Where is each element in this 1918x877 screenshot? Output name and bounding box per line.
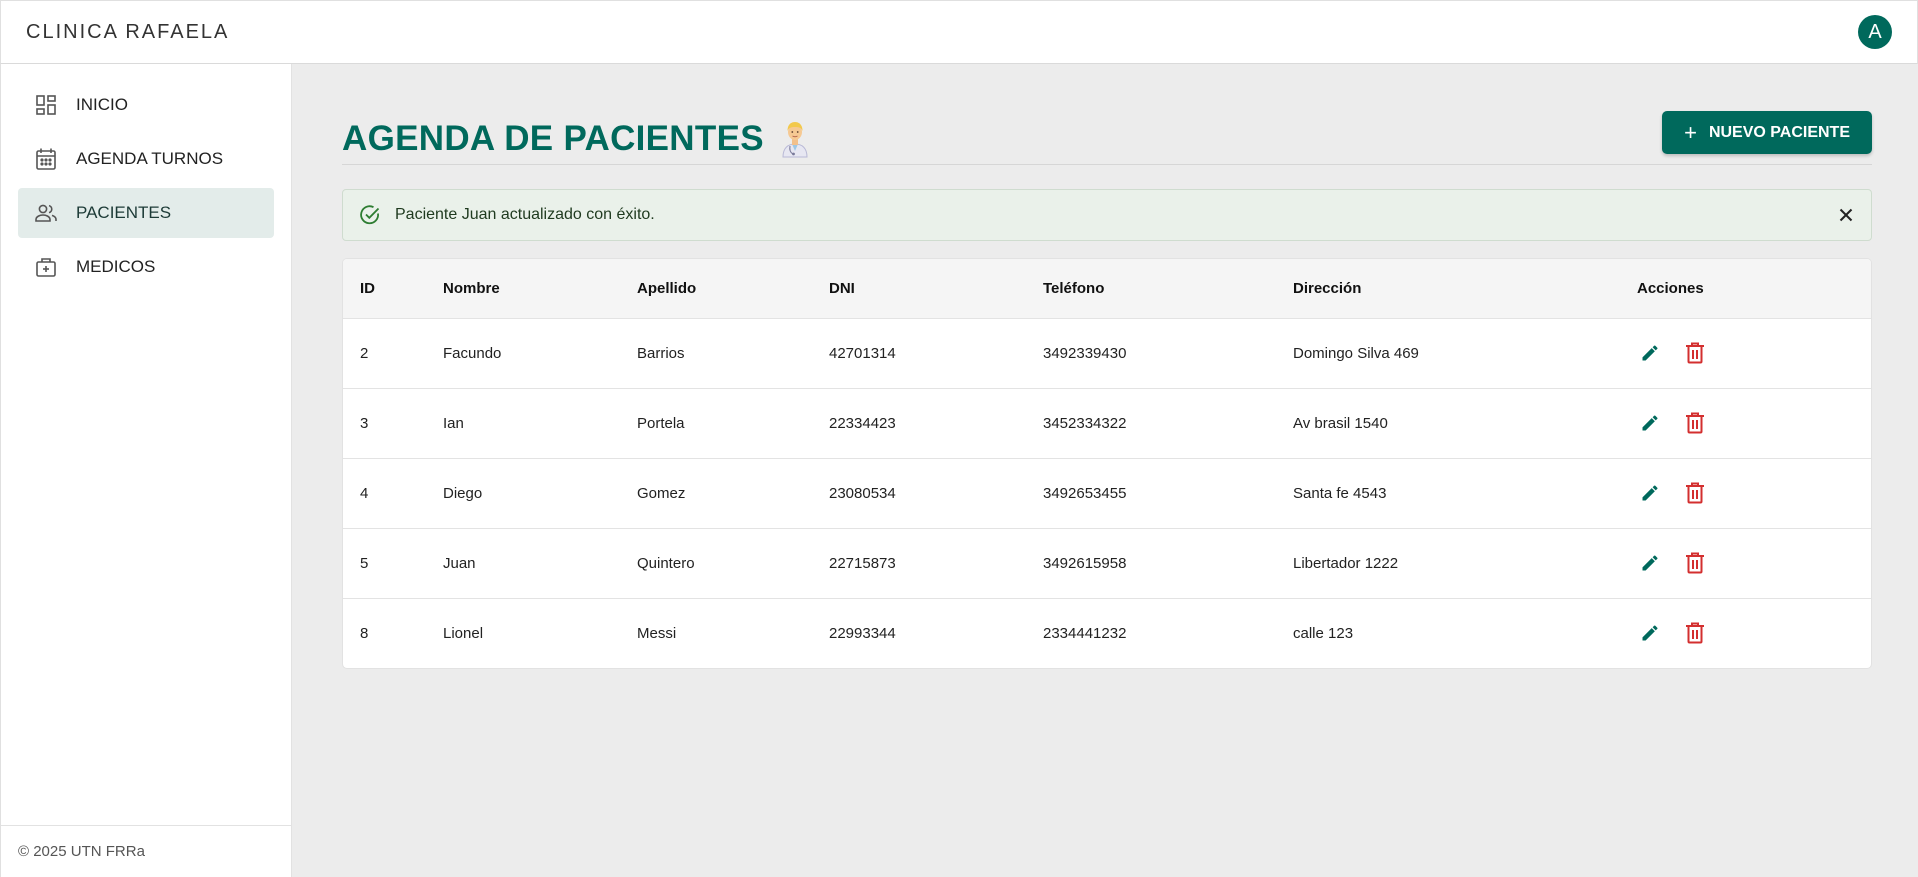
table-body: 2 Facundo Barrios 42701314 3492339430 Do… [343, 318, 1871, 668]
sidebar: INICIO AGENDA TURNOS PACIENTES MEDICOS ©… [0, 64, 292, 877]
delete-icon[interactable] [1682, 410, 1708, 436]
check-circle-icon [360, 205, 380, 225]
cell-nombre: Diego [443, 484, 483, 502]
cell-apellido: Barrios [637, 344, 685, 362]
cell-telefono: 3492615958 [1043, 554, 1127, 572]
cell-acciones [1637, 318, 1871, 388]
cell-id: 5 [360, 554, 369, 572]
delete-icon[interactable] [1682, 620, 1708, 646]
table-row: 4 Diego Gomez 23080534 3492653455 Santa … [343, 458, 1871, 528]
cell-telefono: 3492653455 [1043, 484, 1127, 502]
delete-icon[interactable] [1682, 480, 1708, 506]
table-row: 5 Juan Quintero 22715873 3492615958 Libe… [343, 528, 1871, 598]
edit-icon[interactable] [1637, 550, 1663, 576]
new-patient-button-label: NUEVO PACIENTE [1708, 123, 1850, 141]
sidebar-item-pacientes[interactable]: PACIENTES [18, 188, 274, 238]
cell-nombre: Lionel [443, 624, 484, 642]
avatar[interactable]: A [1858, 15, 1892, 49]
sidebar-nav: INICIO AGENDA TURNOS PACIENTES MEDICOS [1, 64, 291, 292]
cell-dni: 42701314 [829, 344, 896, 362]
cell-telefono: 3492339430 [1043, 344, 1127, 362]
medical-bag-icon [35, 256, 57, 278]
column-header-telefono[interactable]: Teléfono [1043, 259, 1293, 318]
cell-dni: 23080534 [829, 484, 896, 502]
table-row: 3 Ian Portela 22334423 3452334322 Av bra… [343, 388, 1871, 458]
people-icon [35, 202, 57, 224]
cell-id: 8 [360, 624, 369, 642]
patients-table-card: ID Nombre Apellido DNI Teléfono Direcció… [342, 258, 1872, 669]
cell-direccion: Domingo Silva 469 [1293, 344, 1419, 362]
table-header-row: ID Nombre Apellido DNI Teléfono Direcció… [343, 259, 1871, 318]
cell-apellido: Messi [637, 624, 677, 642]
cell-acciones [1637, 598, 1871, 668]
sidebar-item-label: AGENDA TURNOS [76, 149, 224, 168]
cell-nombre: Ian [443, 414, 464, 432]
edit-icon[interactable] [1637, 340, 1663, 366]
column-header-direccion[interactable]: Dirección [1293, 259, 1637, 318]
cell-direccion: Santa fe 4543 [1293, 484, 1387, 502]
cell-telefono: 3452334322 [1043, 414, 1127, 432]
calendar-icon [35, 148, 57, 170]
column-header-id[interactable]: ID [343, 259, 443, 318]
new-patient-button[interactable]: + NUEVO PACIENTE [1662, 111, 1872, 154]
cell-apellido: Portela [637, 414, 685, 432]
cell-dni: 22715873 [829, 554, 896, 572]
delete-icon[interactable] [1682, 340, 1708, 366]
column-header-nombre[interactable]: Nombre [443, 259, 637, 318]
cell-id: 2 [360, 344, 369, 362]
row-actions [1637, 340, 1871, 366]
cell-direccion: Av brasil 1540 [1293, 414, 1388, 432]
cell-telefono: 2334441232 [1043, 624, 1127, 642]
alert-message: Paciente Juan actualizado con éxito. [395, 206, 655, 223]
row-actions [1637, 410, 1871, 436]
close-icon[interactable] [1835, 204, 1857, 226]
cell-id: 3 [360, 414, 369, 432]
delete-icon[interactable] [1682, 550, 1708, 576]
cell-dni: 22334423 [829, 414, 896, 432]
sidebar-footer: © 2025 UTN FRRa [1, 825, 291, 877]
edit-icon[interactable] [1637, 620, 1663, 646]
cell-nombre: Facundo [443, 344, 502, 362]
cell-direccion: calle 123 [1293, 624, 1354, 642]
doctor-emoji-icon [782, 121, 808, 157]
sidebar-item-label: MEDICOS [76, 257, 156, 276]
sidebar-item-agenda-turnos[interactable]: AGENDA TURNOS [18, 134, 274, 184]
app-bar: CLINICA RAFAELA A [0, 0, 1918, 64]
brand-title: CLINICA RAFAELA [26, 20, 230, 43]
cell-apellido: Gomez [637, 484, 686, 502]
sidebar-item-inicio[interactable]: INICIO [18, 80, 274, 130]
cell-acciones [1637, 388, 1871, 458]
cell-direccion: Libertador 1222 [1293, 554, 1399, 572]
table-row: 2 Facundo Barrios 42701314 3492339430 Do… [343, 318, 1871, 388]
patients-table: ID Nombre Apellido DNI Teléfono Direcció… [343, 259, 1871, 668]
sidebar-item-label: PACIENTES [76, 203, 172, 222]
page-header: AGENDA DE PACIENTES + NUEVO PACIENTE [342, 111, 1872, 165]
sidebar-item-medicos[interactable]: MEDICOS [18, 242, 274, 292]
main-content: AGENDA DE PACIENTES + NUEVO PACIENTE Pac… [342, 64, 1872, 669]
table-row: 8 Lionel Messi 22993344 2334441232 calle… [343, 598, 1871, 668]
cell-acciones [1637, 458, 1871, 528]
row-actions [1637, 620, 1871, 646]
cell-acciones [1637, 528, 1871, 598]
dashboard-icon [35, 94, 57, 116]
edit-icon[interactable] [1637, 480, 1663, 506]
sidebar-item-label: INICIO [76, 95, 128, 114]
cell-id: 4 [360, 484, 369, 502]
row-actions [1637, 480, 1871, 506]
edit-icon[interactable] [1637, 410, 1663, 436]
cell-dni: 22993344 [829, 624, 896, 642]
column-header-dni[interactable]: DNI [829, 259, 1043, 318]
column-header-acciones: Acciones [1637, 279, 1704, 297]
row-actions [1637, 550, 1871, 576]
column-header-apellido[interactable]: Apellido [637, 259, 829, 318]
plus-icon: + [1684, 119, 1697, 145]
page-title: AGENDA DE PACIENTES [342, 118, 764, 158]
success-alert: Paciente Juan actualizado con éxito. [342, 189, 1872, 241]
title-wrap: AGENDA DE PACIENTES [342, 113, 810, 165]
cell-apellido: Quintero [637, 554, 695, 572]
cell-nombre: Juan [443, 554, 476, 572]
